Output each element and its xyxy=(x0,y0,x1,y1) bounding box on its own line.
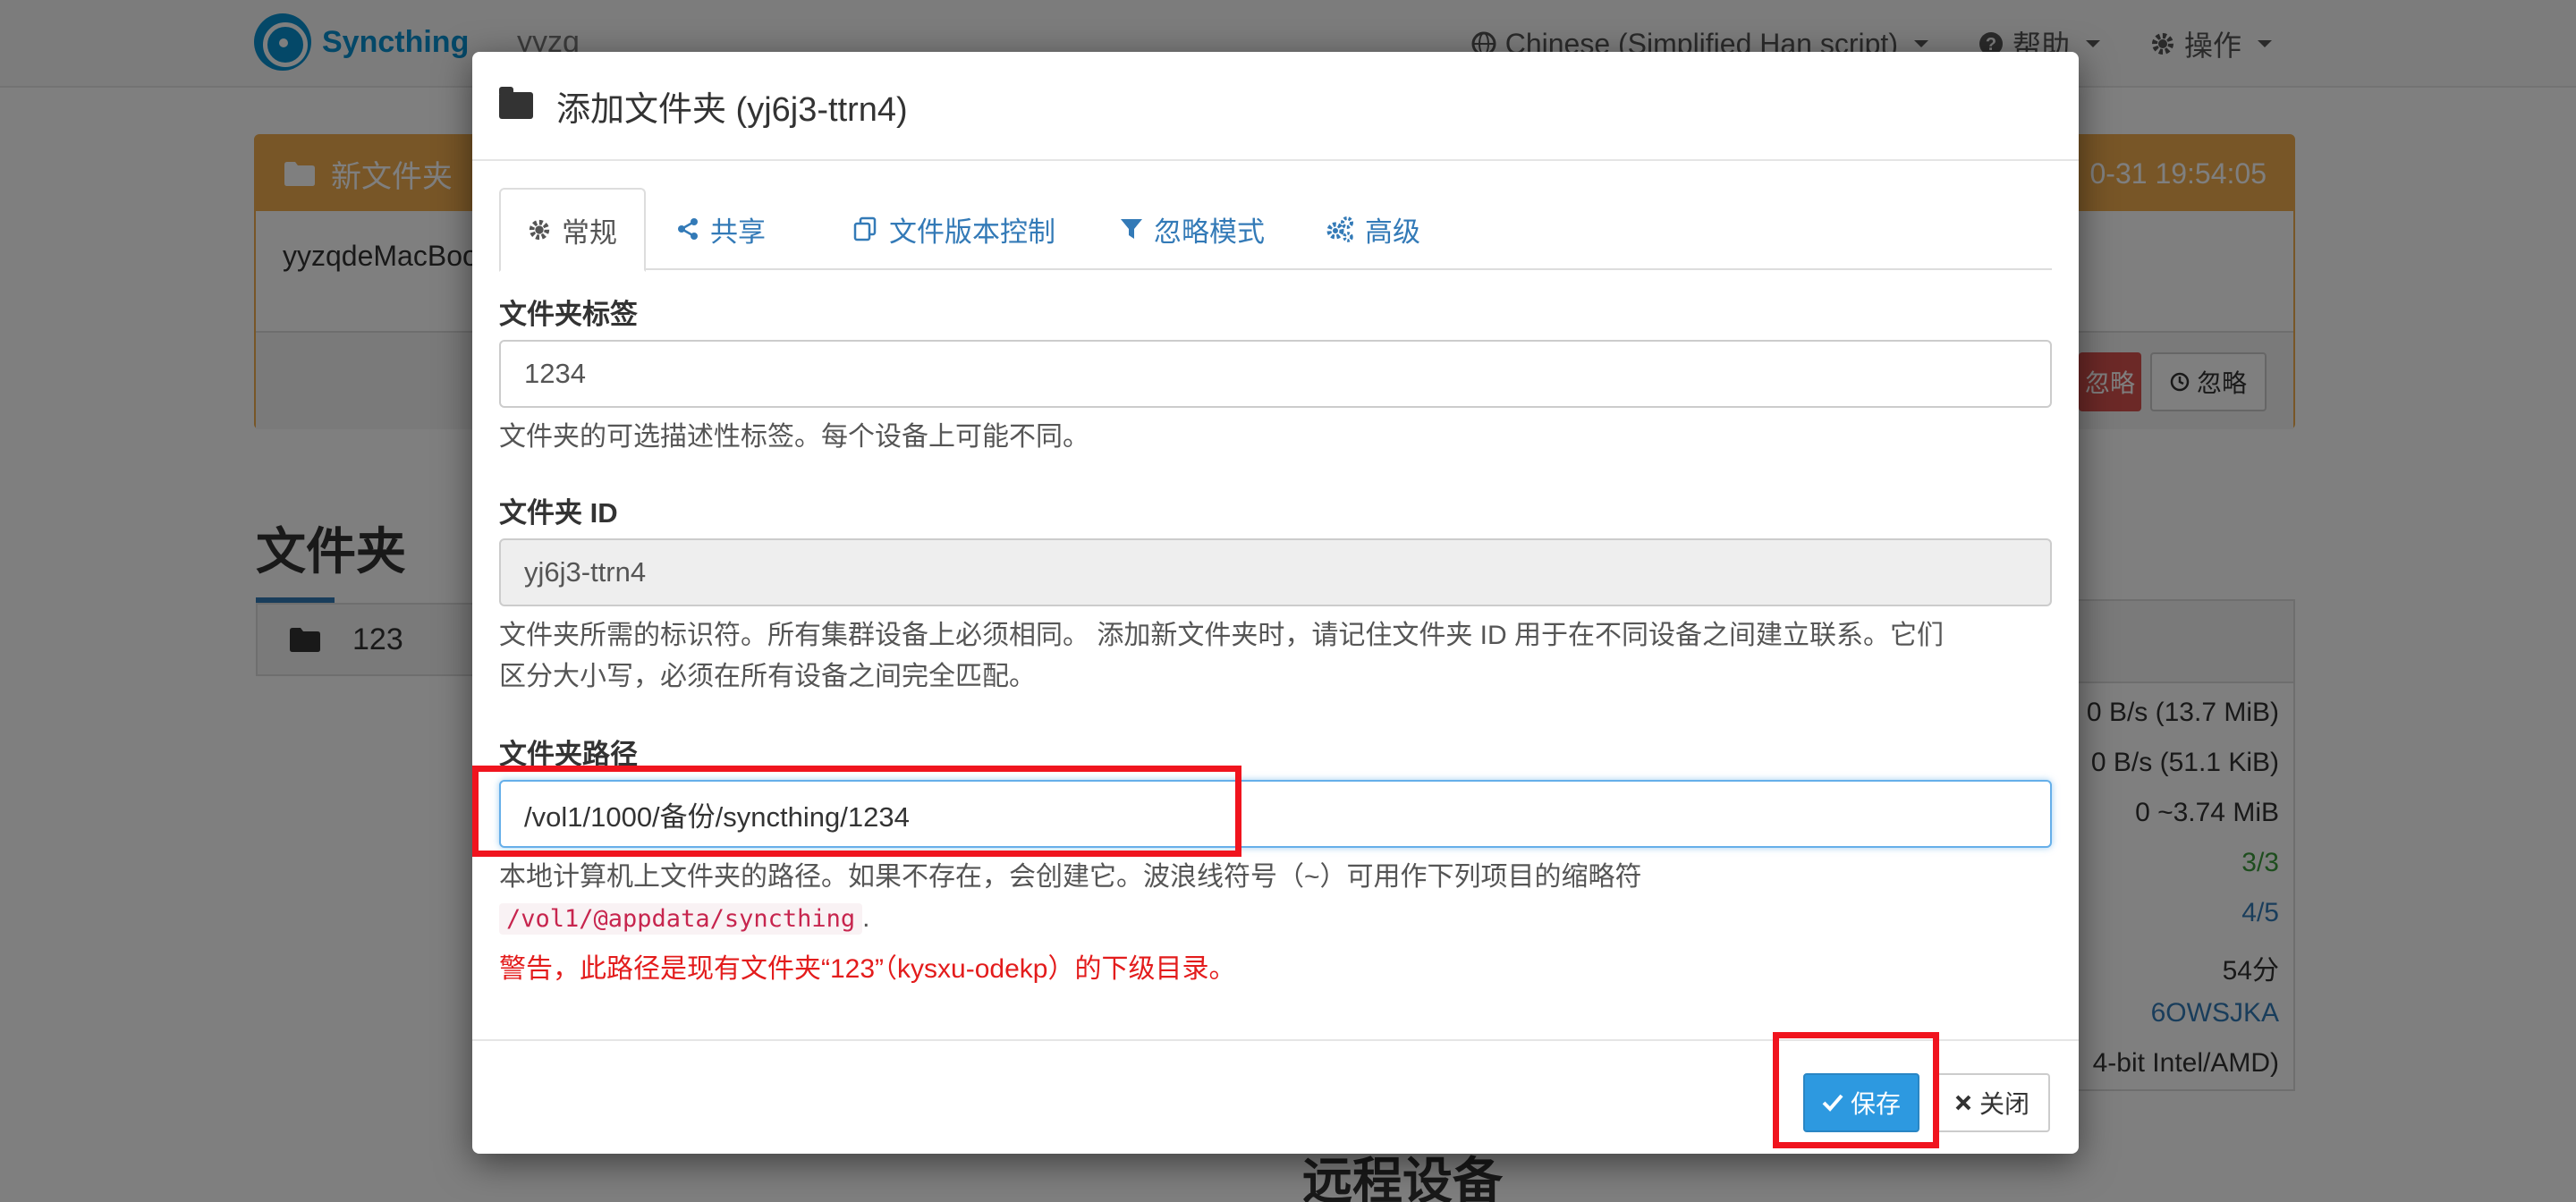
tilde-path-code: /vol1/@appdata/syncthing xyxy=(499,903,863,935)
tab-label: 常规 xyxy=(562,216,617,249)
save-highlight-box xyxy=(1773,1032,1939,1148)
path-warning: 警告，此路径是现有文件夹“123”（kysxu-odekp）的下级目录。 xyxy=(499,954,1236,984)
copy-icon xyxy=(853,216,877,241)
tilde-path-line: /vol1/@appdata/syncthing. xyxy=(499,898,2055,940)
modal-header: 添加文件夹 (yj6j3-ttrn4) xyxy=(472,52,2079,161)
cogs-icon xyxy=(1326,216,1353,242)
folder-id-help-line2: 区分大小写，必须在所有设备之间完全匹配。 xyxy=(499,662,1036,691)
share-icon xyxy=(678,218,698,240)
folder-label-label: 文件夹标签 xyxy=(499,299,638,330)
tab-sharing[interactable]: 共享 xyxy=(676,188,766,270)
tab-label: 共享 xyxy=(710,216,766,248)
path-highlight-box xyxy=(472,766,1241,857)
folder-icon xyxy=(499,87,533,119)
close-button[interactable]: 关闭 xyxy=(1934,1073,2050,1132)
tab-advanced[interactable]: 高级 xyxy=(1326,188,1420,270)
tab-file-versioning[interactable]: 文件版本控制 xyxy=(852,188,1055,270)
filter-icon xyxy=(1121,219,1142,239)
gear-icon xyxy=(529,219,550,241)
tab-general[interactable]: 常规 xyxy=(499,188,646,272)
modal-title: 添加文件夹 (yj6j3-ttrn4) xyxy=(556,90,908,129)
tab-label: 文件版本控制 xyxy=(889,216,1055,248)
close-button-label: 关闭 xyxy=(1979,1090,2029,1118)
folder-label-help: 文件夹的可选描述性标签。每个设备上可能不同。 xyxy=(499,422,1089,452)
folder-label-input[interactable]: 1234 xyxy=(499,340,2052,408)
folder-path-help: 本地计算机上文件夹的路径。如果不存在，会创建它。波浪线符号（~）可用作下列项目的… xyxy=(499,862,1642,892)
folder-id-help: 文件夹所需的标识符。所有集群设备上必须相同。 添加新文件夹时，请记住文件夹 ID… xyxy=(499,615,2055,698)
tab-label: 忽略模式 xyxy=(1154,216,1265,248)
add-folder-modal: 添加文件夹 (yj6j3-ttrn4) 常规 共享 文件版本控制 忽略模式 高级… xyxy=(472,52,2079,1154)
modal-tabs: 常规 共享 文件版本控制 忽略模式 高级 xyxy=(499,188,2052,272)
folder-id-help-line1: 文件夹所需的标识符。所有集群设备上必须相同。 添加新文件夹时，请记住文件夹 ID… xyxy=(499,621,1945,650)
tilde-path-suffix: . xyxy=(862,903,870,933)
folder-id-input: yj6j3-ttrn4 xyxy=(499,538,2052,606)
tab-ignore-patterns[interactable]: 忽略模式 xyxy=(1120,188,1265,270)
folder-id-label: 文件夹 ID xyxy=(499,497,618,529)
close-icon xyxy=(1955,1095,1971,1111)
tab-label: 高级 xyxy=(1365,216,1420,248)
